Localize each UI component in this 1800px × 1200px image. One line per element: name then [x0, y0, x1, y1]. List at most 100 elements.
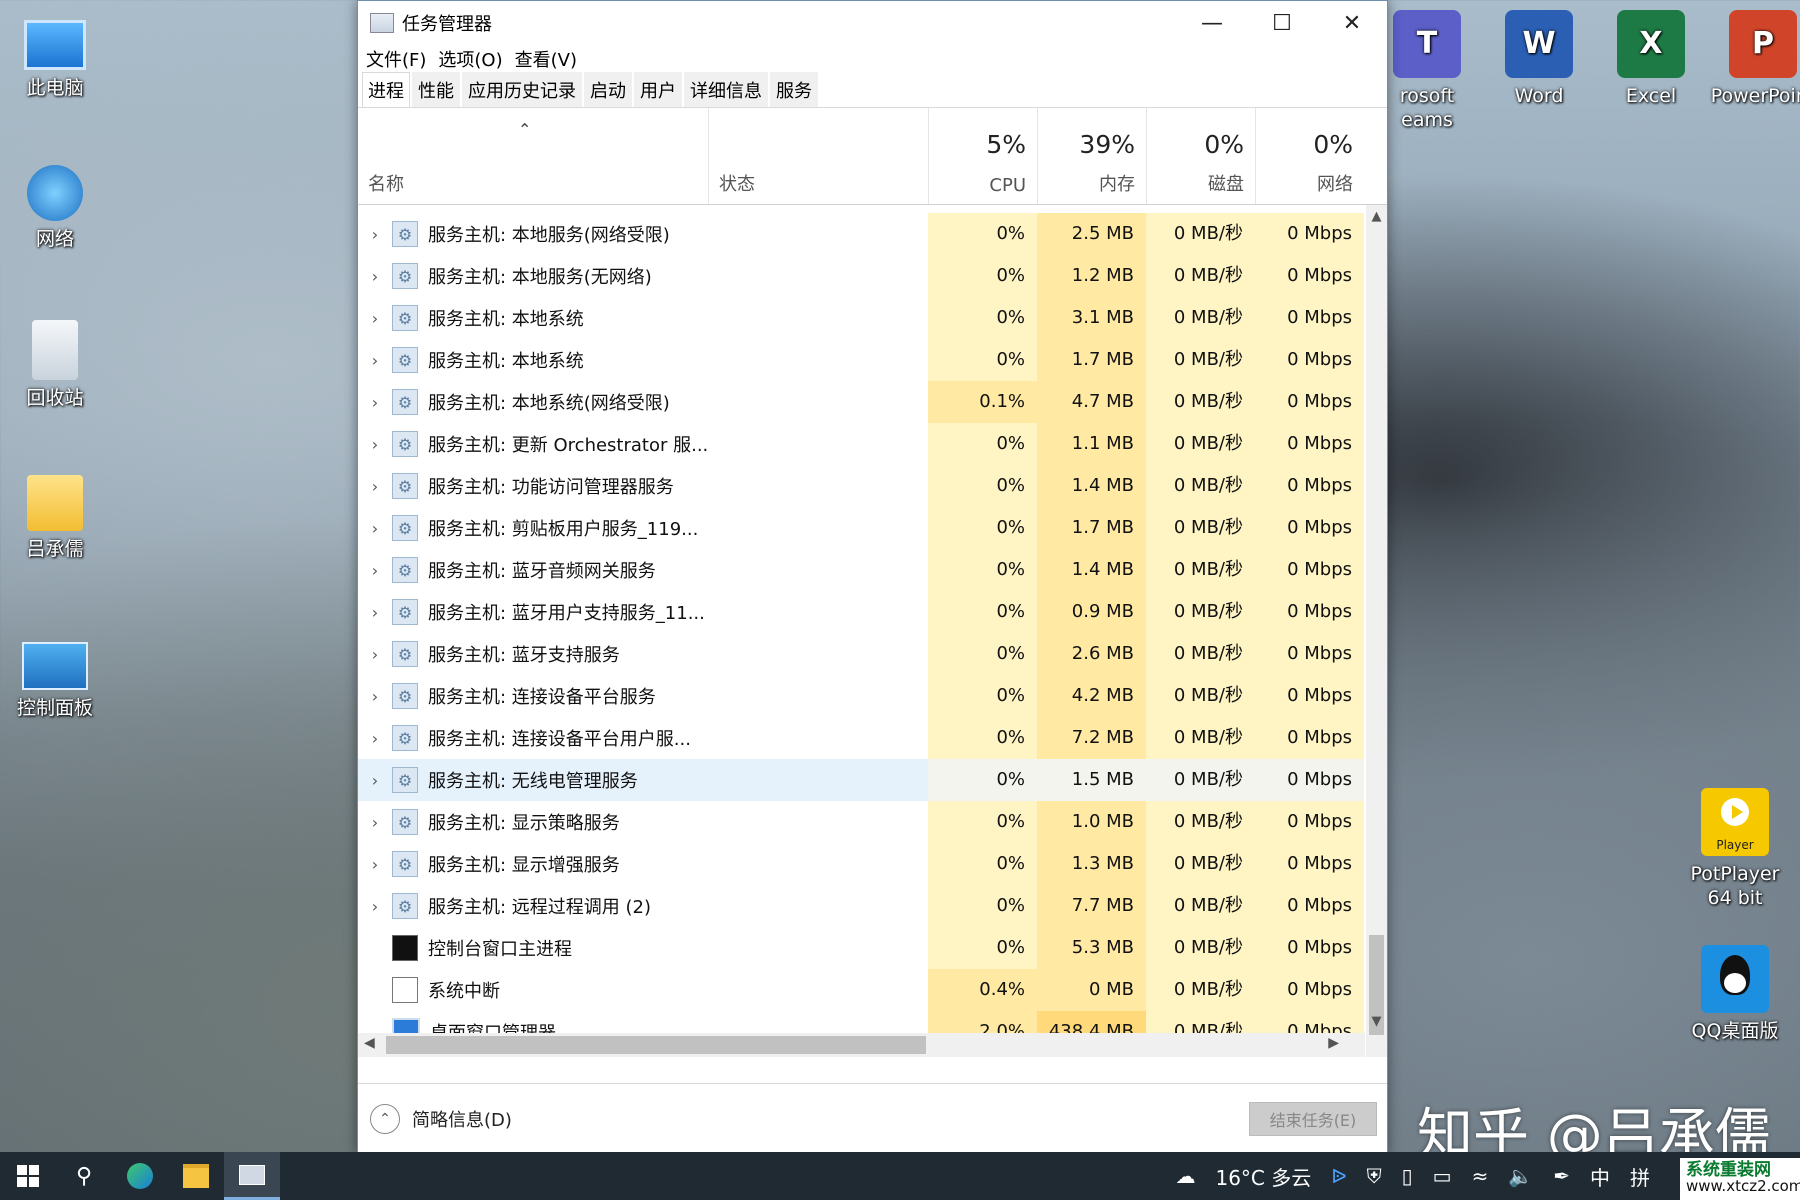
column-status[interactable]: 状态 [708, 108, 929, 204]
scroll-up-icon[interactable]: ▲ [1366, 209, 1387, 224]
expand-chevron-icon[interactable]: › [358, 645, 392, 664]
battery-icon[interactable]: ▭ [1433, 1164, 1452, 1188]
desktop-icon-control-panel[interactable]: 控制面板 [0, 630, 110, 720]
column-name[interactable]: 名称 [358, 108, 708, 204]
bluetooth-icon[interactable]: ᐉ [1331, 1164, 1346, 1188]
start-button[interactable] [0, 1152, 56, 1200]
column-network[interactable]: 0% 网络 [1255, 108, 1365, 204]
menu-item-0[interactable]: 文件(F) [364, 46, 428, 72]
column-disk[interactable]: 0% 磁盘 [1146, 108, 1256, 204]
process-row[interactable]: › ⚙ 服务主机: 剪贴板用户服务_119... 0% 1.7 MB 0 MB/秒 0 Mb… [358, 507, 1365, 549]
column-cpu[interactable]: 5% CPU [928, 108, 1038, 204]
tab-2[interactable]: 应用历史记录 [462, 72, 582, 107]
expand-chevron-icon[interactable]: › [358, 435, 392, 454]
end-task-button[interactable]: 结束任务(E) [1249, 1102, 1377, 1136]
process-row[interactable]: › ⚙ 服务主机: 连接设备平台服务 0% 4.2 MB 0 MB/秒 0 Mbps [358, 675, 1365, 717]
tab-5[interactable]: 详细信息 [684, 72, 768, 107]
collapse-icon[interactable]: ⌃ [370, 1104, 400, 1134]
expand-chevron-icon[interactable]: › [358, 897, 392, 916]
expand-chevron-icon[interactable]: › [358, 351, 392, 370]
file-explorer-button[interactable] [168, 1152, 224, 1200]
ime-mode[interactable]: 拼 [1630, 1162, 1650, 1191]
search-icon: ⚲ [75, 1163, 93, 1189]
scroll-right-icon[interactable]: ▶ [1328, 1035, 1339, 1051]
tab-3[interactable]: 启动 [584, 72, 632, 107]
process-row[interactable]: › ⚙ 服务主机: 远程过程调用 (2) 0% 7.7 MB 0 MB/秒 0 Mbps [358, 885, 1365, 927]
expand-chevron-icon[interactable]: › [358, 393, 392, 412]
expand-chevron-icon[interactable]: › [358, 687, 392, 706]
edge-button[interactable] [112, 1152, 168, 1200]
desktop-icon-word[interactable]: W Word [1484, 10, 1594, 108]
process-name: 服务主机: 本地服务(网络受限) [428, 225, 670, 246]
expand-chevron-icon[interactable]: › [358, 603, 392, 622]
desktop-icon-potplayer[interactable]: Player PotPlayer 64 bit [1680, 788, 1790, 910]
wifi-icon[interactable]: ≈ [1472, 1164, 1489, 1188]
menu-item-2[interactable]: 查看(V) [513, 46, 579, 72]
expand-chevron-icon[interactable]: › [358, 561, 392, 580]
pen-icon[interactable]: ✒ [1553, 1164, 1570, 1188]
column-cpu-label: CPU [989, 175, 1026, 196]
expand-chevron-icon[interactable]: › [358, 771, 392, 790]
title-bar[interactable]: 任务管理器 — ☐ ✕ [358, 1, 1387, 45]
desktop-icon-excel[interactable]: X Excel [1596, 10, 1706, 108]
process-row[interactable]: 控制台窗口主进程 0% 5.3 MB 0 MB/秒 0 Mbps [358, 927, 1365, 969]
expand-chevron-icon[interactable]: › [358, 477, 392, 496]
process-row[interactable]: › ⚙ 服务主机: 更新 Orchestrator 服... 0% 1.1 MB 0 MB… [358, 423, 1365, 465]
process-row[interactable]: › ⚙ 服务主机: 无线电管理服务 0% 1.5 MB 0 MB/秒 0 Mbps [358, 759, 1365, 801]
expand-chevron-icon[interactable]: › [358, 267, 392, 286]
expand-chevron-icon[interactable]: › [358, 225, 392, 244]
horizontal-scroll-thumb[interactable] [386, 1036, 926, 1054]
column-memory[interactable]: 39% 内存 [1037, 108, 1147, 204]
process-row[interactable]: › ⚙ 服务主机: 蓝牙音频网关服务 0% 1.4 MB 0 MB/秒 0 Mbps [358, 549, 1365, 591]
process-row[interactable]: › ⚙ 服务主机: 本地服务(无网络) 0% 1.2 MB 0 MB/秒 0 Mbps [358, 255, 1365, 297]
expand-chevron-icon[interactable]: › [358, 729, 392, 748]
desktop-icon-recycle-bin[interactable]: 回收站 [0, 320, 110, 410]
scroll-left-icon[interactable]: ◀ [364, 1035, 375, 1051]
search-button[interactable]: ⚲ [56, 1152, 112, 1200]
desktop-icon-computer[interactable]: 此电脑 [0, 10, 110, 100]
process-row[interactable]: › ⚙ 服务主机: 本地系统(网络受限) 0.1% 4.7 MB 0 MB/秒 0 Mbps [358, 381, 1365, 423]
tab-4[interactable]: 用户 [634, 72, 682, 107]
brief-info-link[interactable]: 简略信息(D) [412, 1106, 512, 1132]
maximize-button[interactable]: ☐ [1247, 1, 1317, 45]
process-row[interactable]: › ⚙ 服务主机: 功能访问管理器服务 0% 1.4 MB 0 MB/秒 0 Mbps [358, 465, 1365, 507]
process-disk-cell: 0 MB/秒 [1146, 885, 1255, 927]
expand-chevron-icon[interactable]: › [358, 519, 392, 538]
close-button[interactable]: ✕ [1317, 1, 1387, 45]
menu-item-1[interactable]: 选项(O) [436, 46, 504, 72]
tab-6[interactable]: 服务 [770, 72, 818, 107]
horizontal-scrollbar[interactable]: ◀ ▶ [358, 1033, 1365, 1057]
process-row[interactable]: › ⚙ 服务主机: 本地系统 0% 3.1 MB 0 MB/秒 0 Mbps [358, 297, 1365, 339]
desktop-icon-user-folder[interactable]: 吕承儒 [0, 475, 110, 561]
expand-chevron-icon[interactable]: › [358, 855, 392, 874]
gear-icon: ⚙ [392, 431, 418, 457]
process-row[interactable]: › ⚙ 服务主机: 蓝牙用户支持服务_11... 0% 0.9 MB 0 MB/秒 0 Mb… [358, 591, 1365, 633]
expand-chevron-icon[interactable]: › [358, 309, 392, 328]
process-row[interactable]: › ⚙ 服务主机: 显示策略服务 0% 1.0 MB 0 MB/秒 0 Mbps [358, 801, 1365, 843]
desktop-icon-qq[interactable]: QQ桌面版 [1680, 945, 1790, 1043]
desktop-icon-network[interactable]: 网络 [0, 165, 110, 251]
process-row[interactable]: › ⚙ 服务主机: 本地系统 0% 1.7 MB 0 MB/秒 0 Mbps [358, 339, 1365, 381]
tab-0[interactable]: 进程 [362, 72, 410, 107]
expand-chevron-icon[interactable]: › [358, 813, 392, 832]
process-row[interactable]: 系统中断 0.4% 0 MB 0 MB/秒 0 Mbps [358, 969, 1365, 1011]
task-manager-taskbar-button[interactable] [224, 1152, 280, 1200]
scroll-down-icon[interactable]: ▼ [1366, 1014, 1387, 1029]
desktop-icon-powerpoint[interactable]: P PowerPoint [1708, 10, 1800, 108]
process-row[interactable]: › ⚙ 服务主机: 显示增强服务 0% 1.3 MB 0 MB/秒 0 Mbps [358, 843, 1365, 885]
process-name-cell: › ⚙ 服务主机: 远程过程调用 (2) [358, 885, 928, 927]
volume-icon[interactable]: 🔈 [1508, 1164, 1533, 1188]
minimize-button[interactable]: — [1177, 1, 1247, 45]
column-disk-label: 磁盘 [1208, 174, 1244, 195]
task-manager-window[interactable]: 任务管理器 — ☐ ✕ 文件(F) 选项(O) 查看(V) 进程 性能 应用历史记录 启动… [357, 0, 1388, 1155]
desktop-icon-teams[interactable]: Trosoft eams [1372, 10, 1482, 132]
weather-text[interactable]: 16°C 多云 [1215, 1162, 1311, 1191]
shield-icon[interactable]: ⛨ [1367, 1164, 1382, 1188]
process-row[interactable]: › ⚙ 服务主机: 本地服务(网络受限) 0% 2.5 MB 0 MB/秒 0 Mbps [358, 213, 1365, 255]
process-row[interactable]: › ⚙ 服务主机: 连接设备平台用户服... 0% 7.2 MB 0 MB/秒 0 Mbps [358, 717, 1365, 759]
ime-language[interactable]: 中 [1590, 1162, 1610, 1191]
process-row[interactable]: › ⚙ 服务主机: 蓝牙支持服务 0% 2.6 MB 0 MB/秒 0 Mbps [358, 633, 1365, 675]
tab-1[interactable]: 性能 [412, 72, 460, 107]
usb-icon[interactable]: ▯ [1402, 1164, 1413, 1188]
vertical-scrollbar[interactable]: ▲ ▼ [1366, 205, 1387, 1057]
